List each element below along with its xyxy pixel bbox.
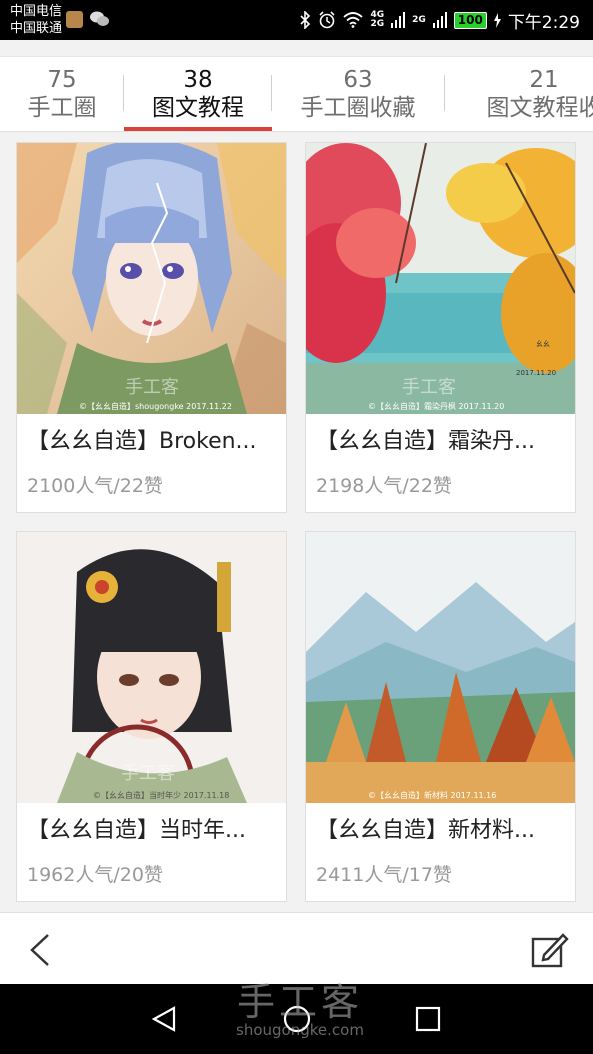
bluetooth-icon [300, 11, 311, 29]
tab-tutorial-favorites[interactable]: 21 图文教程收 [444, 57, 593, 131]
tab-handcraft-circle[interactable]: 75 手工圈 [0, 57, 124, 131]
status-bar: 中国电信 中国联通 4G 2G 2G 100 下午2:29 [0, 0, 593, 40]
image-caption: ©【幺幺自造】shougongke 2017.11.22 [79, 401, 232, 411]
tutorial-card[interactable]: 幺幺 2017.11.20 手工客 ©【幺幺自造】霜染丹枫 2017.11.20… [305, 142, 576, 513]
tab-tutorials[interactable]: 38 图文教程 [124, 57, 272, 131]
bottom-toolbar [0, 912, 593, 985]
image-watermark: 手工客 [121, 763, 175, 784]
tutorial-thumbnail[interactable]: ©【幺幺自造】新材料 2017.11.16 [306, 532, 575, 803]
site-watermark: 手工客 shougongke.com [230, 982, 370, 1038]
tab-label: 手工圈 [27, 95, 97, 121]
tutorial-stats: 2100人气/22赞 [27, 475, 163, 497]
tab-label: 手工圈收藏 [300, 95, 416, 121]
charging-icon [493, 12, 501, 28]
wifi-icon [343, 12, 364, 28]
edit-icon[interactable] [530, 931, 570, 969]
network-type-1: 4G 2G [370, 10, 385, 29]
nav-recents-icon[interactable] [414, 1005, 442, 1033]
svg-text:幺幺: 幺幺 [536, 339, 550, 348]
image-caption: ©【幺幺自造】当时年少 2017.11.18 [93, 790, 229, 800]
clock: 下午2:29 [507, 12, 580, 33]
tab-count: 75 [47, 67, 77, 93]
tab-circle-favorites[interactable]: 63 手工圈收藏 [272, 57, 444, 131]
carrier-info: 中国电信 中国联通 [10, 3, 62, 37]
image-caption: ©【幺幺自造】霜染丹枫 2017.11.20 [368, 401, 504, 411]
watermark-url: shougongke.com [236, 1021, 364, 1039]
tutorial-stats: 2411人气/17赞 [316, 864, 452, 886]
back-arrow-icon[interactable] [28, 933, 52, 967]
tutorial-thumbnail[interactable]: 手工客 ©【幺幺自造】shougongke 2017.11.22 [17, 143, 286, 414]
tab-label: 图文教程收 [486, 95, 593, 121]
tab-count: 63 [343, 67, 373, 93]
carrier-2: 中国联通 [10, 21, 63, 36]
tutorial-card[interactable]: 手工客 ©【幺幺自造】当时年少 2017.11.18 【幺幺自造】当时年... … [16, 531, 287, 902]
status-icons: 4G 2G 2G 100 下午2:29 [300, 0, 580, 40]
tab-bar: 75 手工圈 38 图文教程 63 手工圈收藏 21 图文教程收 [0, 56, 593, 132]
nav-back-icon[interactable] [150, 1005, 178, 1033]
tutorial-card[interactable]: ©【幺幺自造】新材料 2017.11.16 【幺幺自造】新材料... 2411人… [305, 531, 576, 902]
tutorial-stats: 2198人气/22赞 [316, 475, 452, 497]
watermark-logo-text: 手工客 [236, 980, 363, 1024]
tutorial-title[interactable]: 【幺幺自造】霜染丹... [316, 427, 566, 457]
battery-indicator: 100 [453, 11, 487, 29]
tutorial-thumbnail[interactable]: 手工客 ©【幺幺自造】当时年少 2017.11.18 [17, 532, 286, 803]
wechat-icon [90, 11, 109, 26]
tutorial-card[interactable]: 手工客 ©【幺幺自造】shougongke 2017.11.22 【幺幺自造】B… [16, 142, 287, 513]
carrier-1: 中国电信 [10, 4, 63, 19]
signal-icon-1 [391, 12, 406, 28]
tutorial-thumbnail[interactable]: 幺幺 2017.11.20 手工客 ©【幺幺自造】霜染丹枫 2017.11.20 [306, 143, 575, 414]
tutorial-stats: 1962人气/20赞 [27, 864, 163, 886]
tab-count: 38 [183, 67, 213, 93]
image-caption: ©【幺幺自造】新材料 2017.11.16 [368, 790, 496, 800]
alarm-icon [319, 11, 336, 29]
signal-icon-2 [432, 12, 447, 28]
image-watermark: 手工客 [125, 377, 179, 398]
notification-app-icon [66, 11, 83, 28]
tutorial-title[interactable]: 【幺幺自造】新材料... [316, 816, 566, 846]
network-type-2: 2G [412, 14, 426, 25]
tutorial-title[interactable]: 【幺幺自造】Broken... [27, 427, 277, 457]
tutorial-title[interactable]: 【幺幺自造】当时年... [27, 816, 277, 846]
svg-text:2017.11.20: 2017.11.20 [516, 369, 556, 377]
tab-label: 图文教程 [152, 95, 244, 121]
image-watermark: 手工客 [402, 377, 456, 398]
tab-divider [123, 75, 124, 111]
tab-divider [271, 75, 272, 111]
tab-divider [444, 75, 445, 111]
tab-count: 21 [529, 67, 559, 93]
